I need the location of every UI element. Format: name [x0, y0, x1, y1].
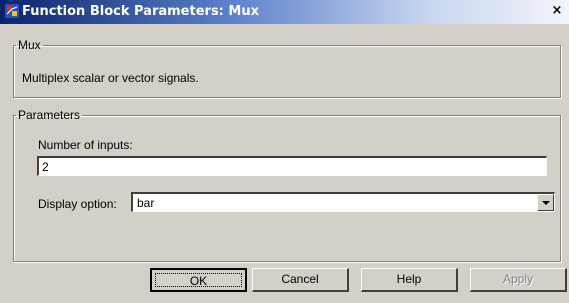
number-of-inputs-label: Number of inputs: — [38, 138, 133, 152]
parameters-group: Parameters — [13, 108, 561, 262]
display-option-select[interactable]: bar — [131, 192, 555, 212]
mux-description: Multiplex scalar or vector signals. — [22, 71, 199, 85]
ok-button[interactable]: OK — [150, 268, 247, 292]
mux-group-legend: Mux — [18, 38, 41, 52]
mux-group: Mux — [13, 38, 561, 98]
ok-button-label: OK — [155, 273, 242, 288]
help-button[interactable]: Help — [361, 268, 458, 292]
apply-button[interactable]: Apply — [470, 268, 567, 292]
close-icon[interactable]: × — [549, 4, 565, 18]
display-option-label: Display option: — [38, 197, 117, 211]
dropdown-button[interactable] — [537, 194, 554, 211]
number-of-inputs-field[interactable]: 2 — [37, 156, 547, 176]
chevron-down-icon — [542, 201, 550, 205]
title-bar[interactable]: Function Block Parameters: Mux × — [0, 0, 569, 24]
window-title: Function Block Parameters: Mux — [22, 4, 259, 19]
display-option-value: bar — [137, 196, 155, 210]
simulink-app-icon — [5, 4, 19, 18]
parameters-group-legend: Parameters — [18, 108, 81, 122]
cancel-button[interactable]: Cancel — [252, 268, 349, 292]
